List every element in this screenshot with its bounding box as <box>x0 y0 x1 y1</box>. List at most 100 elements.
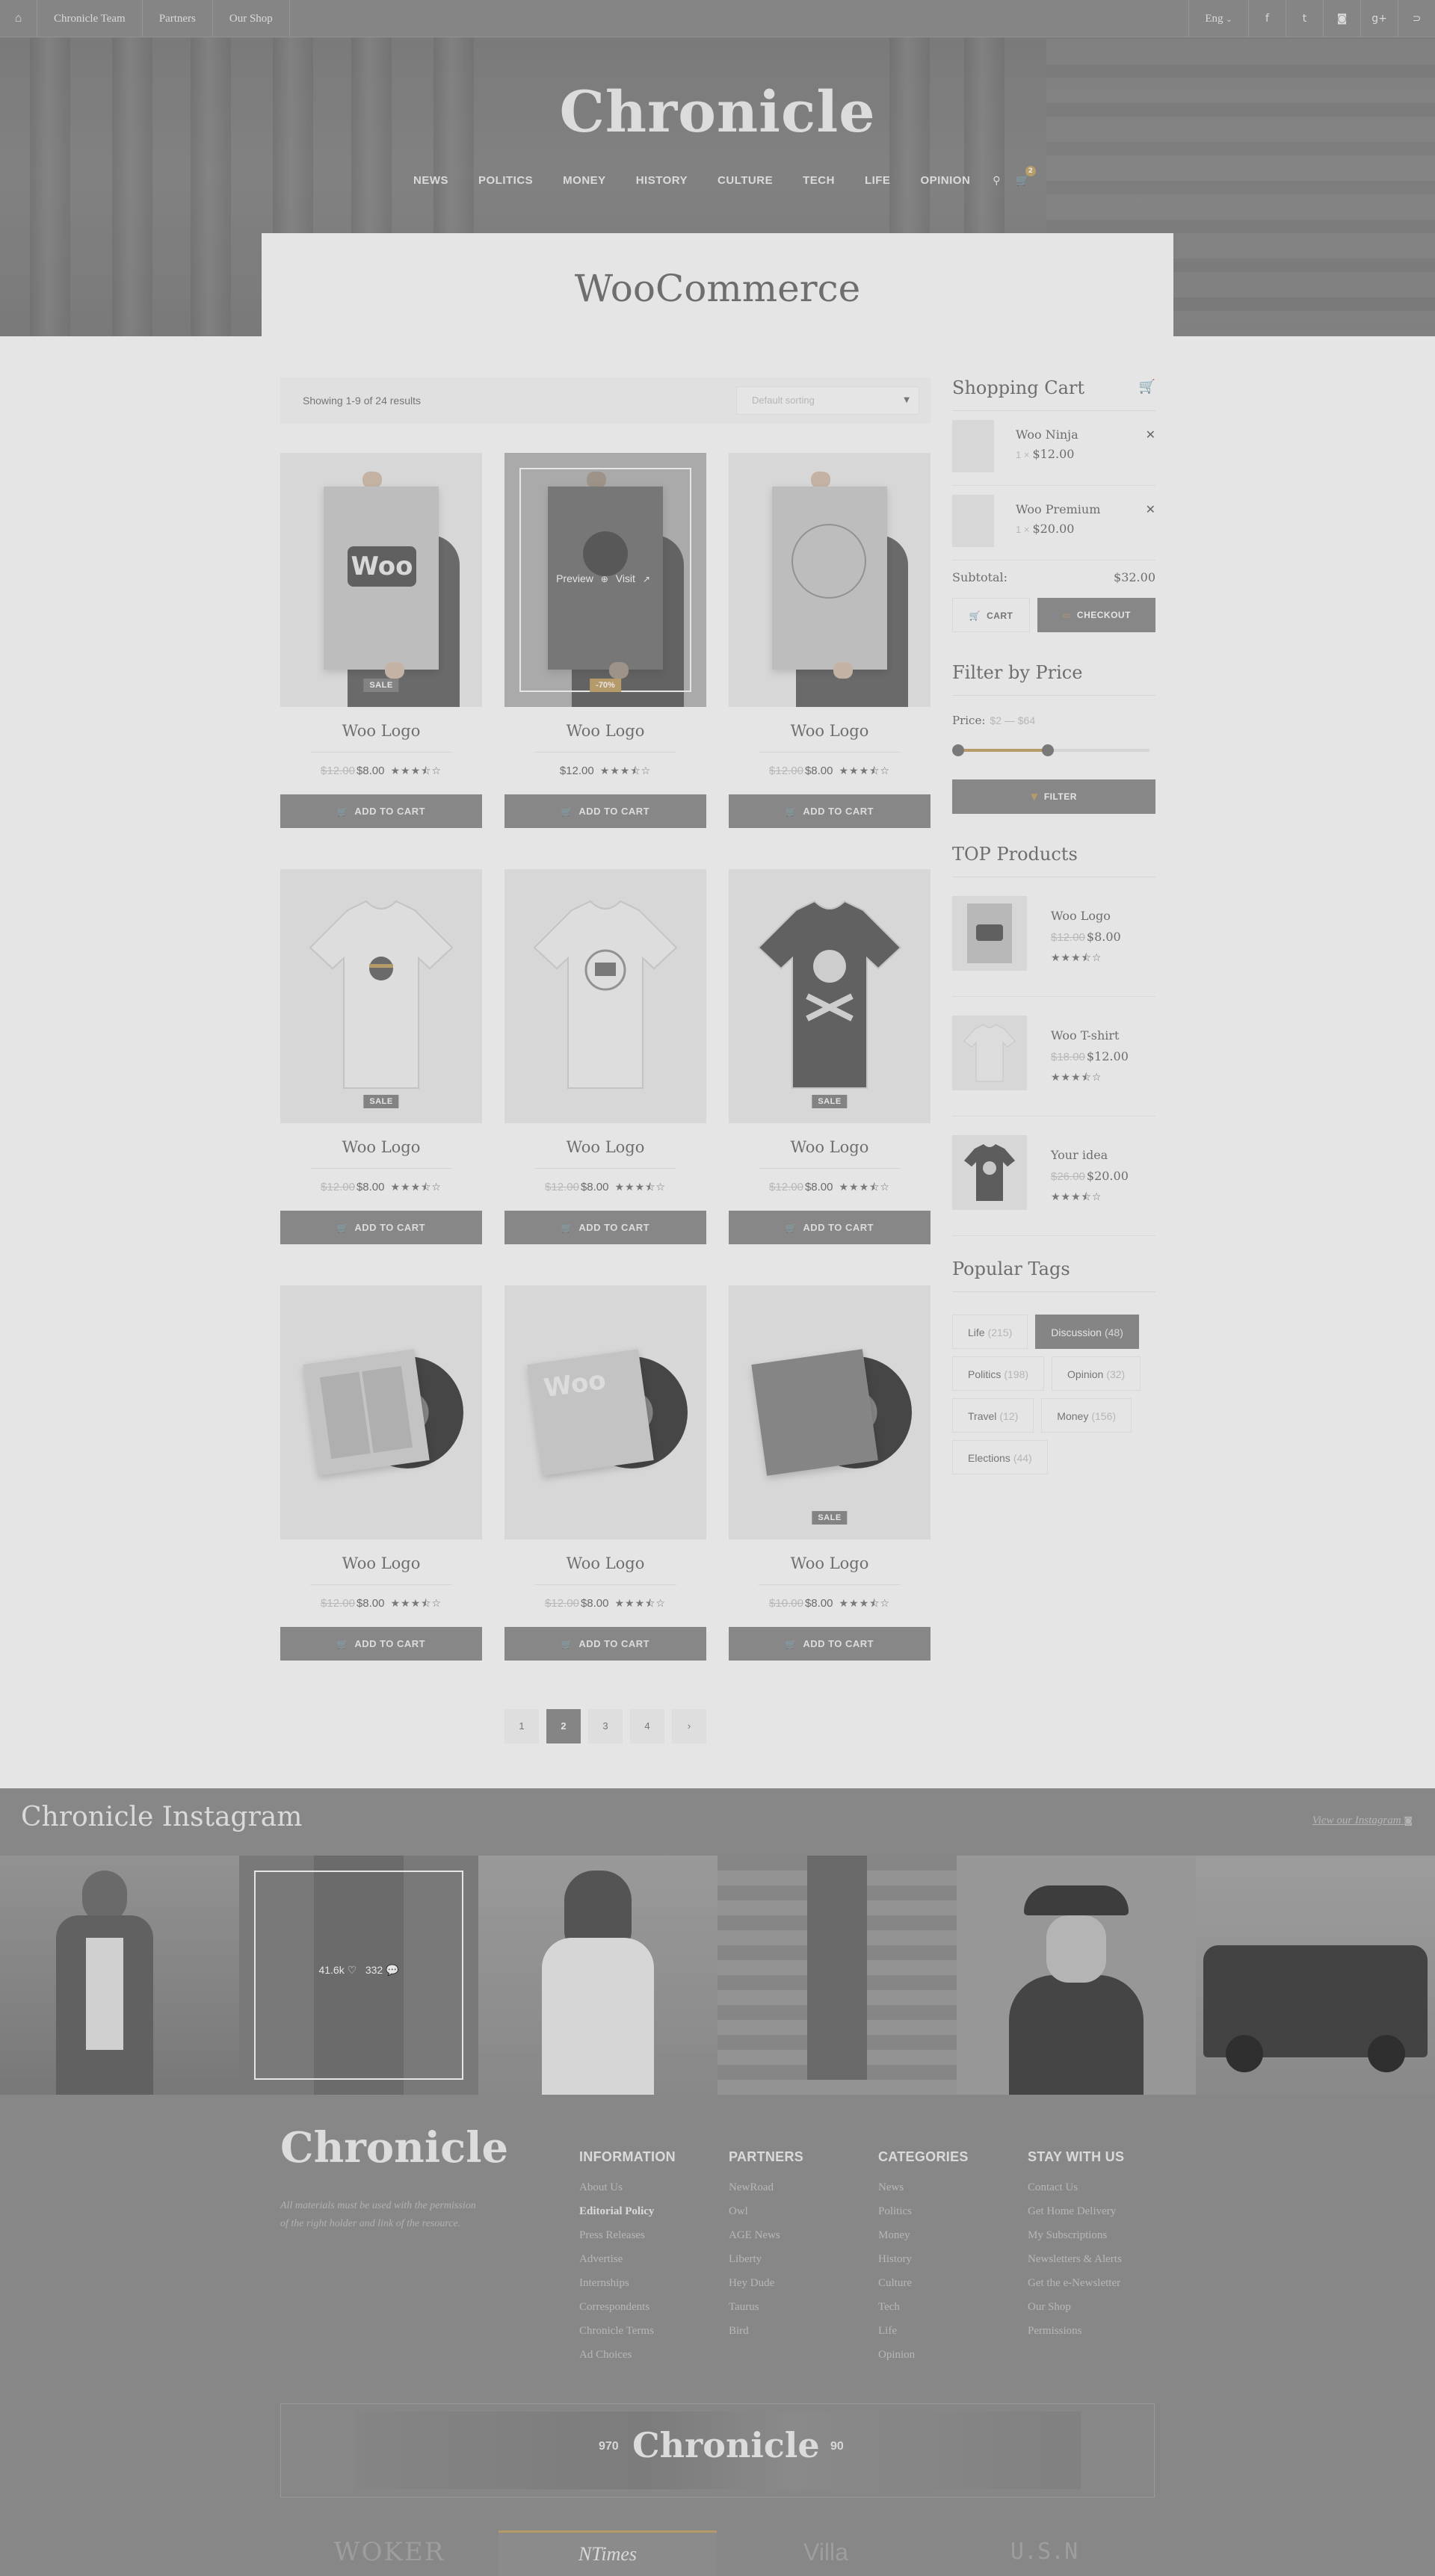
product-name[interactable]: Woo Logo <box>280 1554 482 1575</box>
site-logo[interactable]: Chronicle <box>0 78 1435 145</box>
instagram-photo[interactable] <box>1196 1856 1435 2095</box>
product-name[interactable]: Woo Logo <box>504 1138 706 1159</box>
cart-item-thumb[interactable] <box>952 420 994 472</box>
slider-handle-min[interactable] <box>952 744 964 756</box>
filter-button[interactable]: ▼ FILTER <box>952 779 1155 814</box>
add-to-cart-button[interactable]: 🛒 ADD TO CART <box>504 794 706 828</box>
footer-link[interactable]: NewRoad <box>729 2181 803 2205</box>
view-instagram-link[interactable]: View our Instagram ◙ <box>1312 1814 1413 1827</box>
visit-link[interactable]: Visit ↗ <box>616 572 655 584</box>
footer-link[interactable]: Bird <box>729 2325 803 2349</box>
page-3[interactable]: 3 <box>588 1709 623 1743</box>
add-to-cart-button[interactable]: 🛒 ADD TO CART <box>729 794 931 828</box>
instagram-photo[interactable] <box>957 1856 1196 2095</box>
footer-link[interactable]: AGE News <box>729 2229 803 2253</box>
footer-link[interactable]: Editorial Policy <box>579 2205 676 2229</box>
tag-life[interactable]: Life (215) <box>952 1315 1028 1349</box>
product-image[interactable] <box>280 1285 482 1539</box>
cart-item-name[interactable]: Woo Premium <box>1016 502 1100 516</box>
search-icon[interactable]: ⚲ <box>993 175 1001 187</box>
footer-link[interactable]: Hey Dude <box>729 2277 803 2301</box>
page-2[interactable]: 2 <box>546 1709 581 1743</box>
footer-link[interactable]: Advertise <box>579 2253 676 2277</box>
google-plus-icon[interactable]: g+ <box>1360 0 1398 37</box>
top-product-thumb[interactable] <box>952 1135 1027 1210</box>
partner-logo-usn[interactable]: U.S.N <box>935 2530 1153 2576</box>
top-product-name[interactable]: Your idea <box>1051 1148 1108 1162</box>
footer-link[interactable]: Ad Choices <box>579 2349 676 2373</box>
product-image[interactable]: Woo SALE <box>280 453 482 707</box>
sort-select[interactable]: Default sorting ▼ <box>736 386 919 415</box>
page-4[interactable]: 4 <box>630 1709 664 1743</box>
product-name[interactable]: Woo Logo <box>504 722 706 743</box>
remove-item-icon[interactable]: ✕ <box>1146 502 1155 516</box>
footer-link[interactable]: Correspondents <box>579 2301 676 2325</box>
nav-politics[interactable]: POLITICS <box>478 174 533 187</box>
product-name[interactable]: Woo Logo <box>280 722 482 743</box>
page-next[interactable]: › <box>672 1709 706 1743</box>
footer-banner[interactable]: 970 Chronicle 90 <box>280 2403 1155 2498</box>
footer-link[interactable]: Opinion <box>878 2349 969 2373</box>
footer-link[interactable]: Press Releases <box>579 2229 676 2253</box>
partner-logo-villa[interactable]: Villa <box>717 2530 935 2576</box>
nav-opinion[interactable]: OPINION <box>920 174 970 187</box>
price-slider[interactable] <box>952 739 1155 762</box>
top-link-partners[interactable]: Partners <box>143 0 213 37</box>
top-product-name[interactable]: Woo T-shirt <box>1051 1028 1119 1043</box>
rss-icon[interactable]: ⊃ <box>1398 0 1435 37</box>
nav-life[interactable]: LIFE <box>865 174 891 187</box>
product-image[interactable]: Preview ⊕ Visit ↗ -70% <box>504 453 706 707</box>
add-to-cart-button[interactable]: 🛒 ADD TO CART <box>280 1211 482 1244</box>
nav-news[interactable]: NEWS <box>413 174 448 187</box>
tag-elections[interactable]: Elections (44) <box>952 1440 1048 1474</box>
nav-history[interactable]: HISTORY <box>636 174 688 187</box>
product-name[interactable]: Woo Logo <box>280 1138 482 1159</box>
tag-travel[interactable]: Travel (12) <box>952 1398 1034 1433</box>
instagram-icon[interactable]: ◙ <box>1323 0 1360 37</box>
add-to-cart-button[interactable]: 🛒 ADD TO CART <box>280 1627 482 1661</box>
tag-opinion[interactable]: Opinion (32) <box>1052 1356 1141 1391</box>
product-name[interactable]: Woo Logo <box>729 1138 931 1159</box>
product-name[interactable]: Woo Logo <box>729 722 931 743</box>
footer-link[interactable]: Newsletters & Alerts <box>1028 2253 1124 2277</box>
product-name[interactable]: Woo Logo <box>504 1554 706 1575</box>
footer-link[interactable]: Get Home Delivery <box>1028 2205 1124 2229</box>
add-to-cart-button[interactable]: 🛒 ADD TO CART <box>729 1211 931 1244</box>
nav-tech[interactable]: TECH <box>803 174 835 187</box>
remove-item-icon[interactable]: ✕ <box>1146 427 1155 442</box>
top-product-thumb[interactable] <box>952 896 1027 971</box>
footer-link[interactable]: Get the e-Newsletter <box>1028 2277 1124 2301</box>
product-image[interactable] <box>729 453 931 707</box>
product-image[interactable]: Woo <box>504 1285 706 1539</box>
language-selector[interactable]: Eng ⌄ <box>1188 0 1248 37</box>
footer-link[interactable]: Our Shop <box>1028 2301 1124 2325</box>
instagram-photo[interactable]: 41.6k ♡ 332 💬 <box>239 1856 478 2095</box>
checkout-button[interactable]: ▭ CHECKOUT <box>1037 598 1155 632</box>
home-icon[interactable]: ⌂ <box>0 0 37 37</box>
nav-money[interactable]: MONEY <box>563 174 606 187</box>
footer-link[interactable]: History <box>878 2253 969 2277</box>
view-cart-button[interactable]: 🛒 CART <box>952 598 1030 632</box>
footer-link[interactable]: Contact Us <box>1028 2181 1124 2205</box>
add-to-cart-button[interactable]: 🛒 ADD TO CART <box>504 1627 706 1661</box>
nav-culture[interactable]: CULTURE <box>718 174 773 187</box>
top-product-thumb[interactable] <box>952 1016 1027 1090</box>
slider-handle-max[interactable] <box>1042 744 1054 756</box>
footer-link[interactable]: Permissions <box>1028 2325 1124 2349</box>
instagram-photo[interactable] <box>478 1856 718 2095</box>
product-image[interactable]: SALE <box>729 869 931 1123</box>
product-image[interactable]: SALE <box>280 869 482 1123</box>
footer-link[interactable]: Politics <box>878 2205 969 2229</box>
add-to-cart-button[interactable]: 🛒 ADD TO CART <box>729 1627 931 1661</box>
partner-logo-woker[interactable]: WOKER <box>280 2530 499 2576</box>
footer-link[interactable]: Internships <box>579 2277 676 2301</box>
footer-link[interactable]: News <box>878 2181 969 2205</box>
instagram-photo[interactable] <box>718 1856 957 2095</box>
add-to-cart-button[interactable]: 🛒 ADD TO CART <box>504 1211 706 1244</box>
instagram-photo[interactable] <box>0 1856 239 2095</box>
footer-link[interactable]: Culture <box>878 2277 969 2301</box>
footer-link[interactable]: About Us <box>579 2181 676 2205</box>
top-link-team[interactable]: Chronicle Team <box>37 0 143 37</box>
facebook-icon[interactable]: f <box>1248 0 1286 37</box>
add-to-cart-button[interactable]: 🛒 ADD TO CART <box>280 794 482 828</box>
